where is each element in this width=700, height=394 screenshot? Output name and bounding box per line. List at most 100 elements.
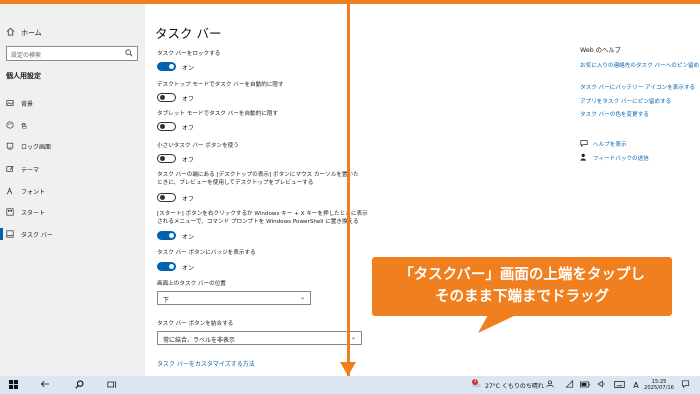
- settings-search-input[interactable]: 設定の検索: [6, 46, 138, 61]
- home-icon: [6, 27, 15, 38]
- battery-icon: [580, 381, 590, 390]
- badges-toggle[interactable]: [157, 262, 176, 271]
- task-view-icon: [107, 380, 117, 391]
- keyboard-icon: [613, 380, 625, 390]
- sidebar-item-label: テーマ: [21, 166, 40, 174]
- combine-label: タスク バー ボタンを結合する: [157, 321, 234, 327]
- volume-tray-button[interactable]: [595, 376, 607, 394]
- select-value: 常に結合、ラベルを非表示: [163, 337, 236, 344]
- setting-label: デスクトップ モードでタスク バーを自動的に隠す: [157, 82, 284, 88]
- callout-line-1: 「タスクバー」画面の上端をタップし: [399, 267, 645, 283]
- weather-widget[interactable]: 1 27°C くもりのち晴れ: [462, 376, 554, 394]
- setting-label: タスク バーをロックする: [157, 51, 221, 57]
- help-link[interactable]: タスク バーの色を変更する: [580, 110, 649, 118]
- back-button[interactable]: [36, 376, 54, 394]
- instruction-callout: 「タスクバー」画面の上端をタップし そのまま下端までドラッグ: [372, 257, 672, 316]
- network-tray-button[interactable]: [563, 376, 575, 394]
- small-buttons-toggle[interactable]: [157, 154, 176, 163]
- search-button[interactable]: [70, 376, 88, 394]
- toggle-state: オン: [182, 65, 195, 72]
- help-link[interactable]: お気に入りの連絡先のタスク バーへのピン留め: [580, 61, 699, 69]
- image-icon: [6, 99, 14, 107]
- get-help-label: ヘルプを表示: [593, 142, 627, 148]
- guide-top-line: [0, 0, 700, 4]
- toggle-state: オフ: [182, 96, 195, 103]
- sidebar-item-lock-screen[interactable]: ロック画面: [6, 141, 51, 151]
- sidebar-item-theme[interactable]: テーマ: [6, 164, 39, 174]
- chevron-down-icon: ⌄: [350, 334, 356, 341]
- clock[interactable]: 15:25 2025/07/16: [644, 376, 674, 394]
- setting-label: 小さいタスク バー ボタンを使う: [157, 143, 239, 149]
- clock-date: 2025/07/16: [644, 385, 674, 391]
- active-indicator: [0, 228, 3, 240]
- sidebar-item-color[interactable]: 色: [6, 120, 27, 130]
- sidebar-item-label: フォント: [21, 188, 46, 196]
- start-grid-icon: [6, 208, 14, 216]
- search-placeholder: 設定の検索: [11, 52, 42, 59]
- windows-logo-icon: [8, 379, 18, 391]
- position-label: 画面上のタスク バーの位置: [157, 281, 226, 287]
- start-button[interactable]: [4, 376, 22, 394]
- weather-text: 27°C くもりのち晴れ: [485, 382, 544, 390]
- feedback-person-icon: [580, 153, 588, 163]
- peek-toggle[interactable]: [157, 193, 176, 202]
- sidebar-item-background[interactable]: 背景: [6, 98, 33, 108]
- customize-link[interactable]: タスク バーをカスタマイズする方法: [157, 359, 255, 368]
- setting-label: [スタート] ボタンを右クリックするか Windows キー + X キーを押し…: [157, 211, 368, 225]
- autohide-desktop-toggle[interactable]: [157, 93, 176, 102]
- callout-tail: [478, 315, 516, 333]
- powershell-toggle[interactable]: [157, 231, 176, 240]
- theme-brush-icon: [6, 165, 14, 173]
- setting-label: タブレット モードでタスク バーを自動的に隠す: [157, 111, 279, 117]
- toggle-state: オン: [182, 234, 195, 241]
- toggle-state: オフ: [182, 157, 195, 164]
- arrow-down-icon: [340, 362, 356, 376]
- task-view-button[interactable]: [103, 376, 121, 394]
- search-icon[interactable]: [125, 49, 133, 59]
- help-link[interactable]: アプリをタスク バーにピン留めする: [580, 97, 671, 105]
- ime-indicator[interactable]: A: [630, 376, 642, 394]
- help-panel-title: Web のヘルプ: [580, 47, 621, 54]
- sidebar-item-label: ロック画面: [21, 143, 52, 151]
- back-arrow-icon: [40, 380, 50, 390]
- weather-alert-icon: 1: [472, 379, 482, 390]
- select-value: 下: [163, 297, 170, 304]
- setting-label: タスク バーの端にある [デスクトップの表示] ボタンにマウス カーソルを置いた…: [157, 172, 359, 186]
- chat-help-icon: [580, 139, 588, 149]
- people-icon: [546, 380, 554, 390]
- drag-guide-line: [347, 4, 350, 376]
- lock-screen-icon: [6, 142, 14, 150]
- taskbar-position-select[interactable]: 下 ⌄: [157, 291, 311, 305]
- search-icon: [74, 379, 84, 391]
- toggle-state: オフ: [182, 196, 195, 203]
- sidebar-home-label: ホーム: [21, 28, 42, 37]
- people-tray-button[interactable]: [544, 376, 556, 394]
- sidebar-item-label: 背景: [21, 100, 34, 108]
- autohide-tablet-toggle[interactable]: [157, 122, 176, 131]
- toggle-state: オン: [182, 265, 195, 272]
- taskbar-icon: [6, 230, 14, 238]
- toggle-state: オフ: [182, 125, 195, 132]
- sidebar-item-font[interactable]: フォント: [6, 186, 45, 196]
- touch-keyboard-button[interactable]: [612, 376, 626, 394]
- combine-buttons-select[interactable]: 常に結合、ラベルを非表示 ⌄: [157, 331, 362, 345]
- feedback-link[interactable]: フィードバックの送信: [580, 153, 649, 163]
- sidebar-home[interactable]: ホーム: [6, 27, 42, 38]
- chevron-down-icon: ⌄: [299, 294, 305, 301]
- battery-tray-button[interactable]: [579, 376, 591, 394]
- network-icon: [564, 379, 574, 390]
- get-help-link[interactable]: ヘルプを表示: [580, 139, 627, 149]
- notification-icon: [681, 380, 690, 390]
- font-icon: [6, 187, 14, 195]
- notification-button[interactable]: [678, 376, 692, 394]
- speaker-icon: [597, 380, 606, 390]
- help-link[interactable]: タスク バーにバッテリー アイコンを表示する: [580, 83, 695, 91]
- sidebar-section-title: 個人用設定: [6, 72, 41, 80]
- setting-label: タスク バー ボタンにバッジを表示する: [157, 250, 256, 256]
- lock-taskbar-toggle[interactable]: [157, 62, 176, 71]
- feedback-label: フィードバックの送信: [593, 156, 649, 162]
- sidebar-item-label: タスク バー: [21, 231, 53, 239]
- sidebar-item-start[interactable]: スタート: [6, 207, 45, 217]
- sidebar-item-taskbar[interactable]: タスク バー: [6, 229, 53, 239]
- callout-line-2: そのまま下端までドラッグ: [435, 289, 609, 305]
